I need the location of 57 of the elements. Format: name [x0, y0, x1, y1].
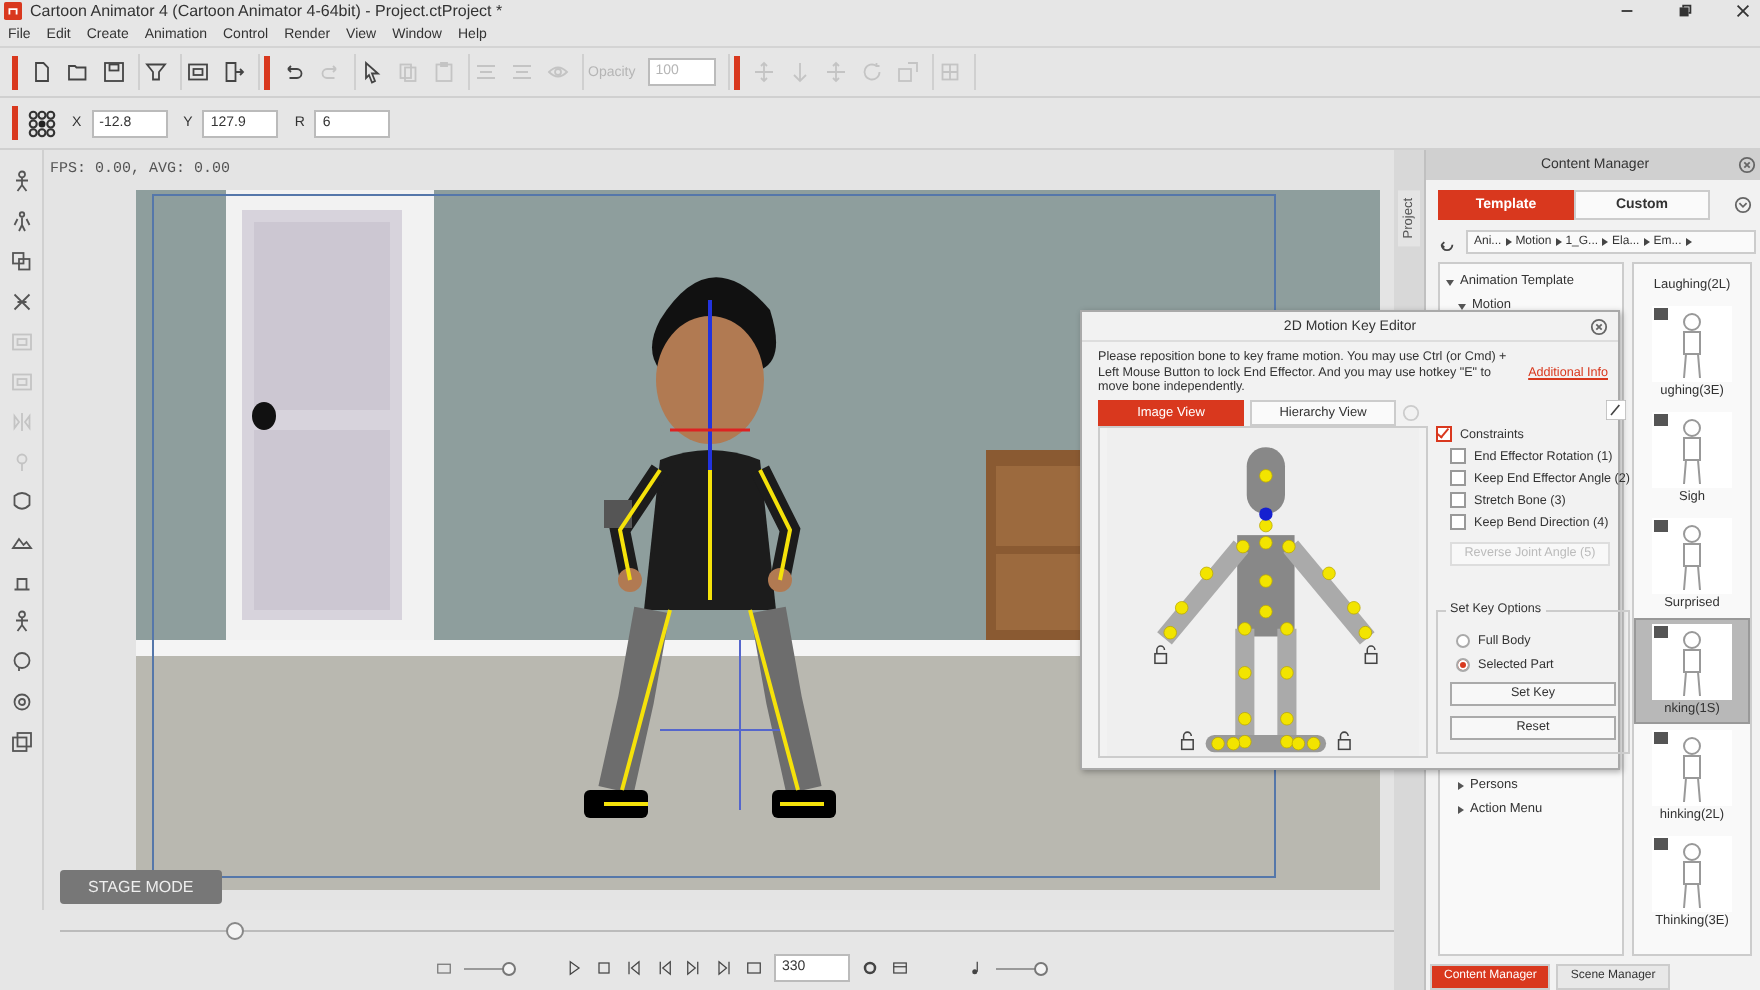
pointer-icon[interactable]: [360, 60, 384, 84]
loop-icon[interactable]: [744, 958, 764, 978]
undo-icon[interactable]: [282, 60, 306, 84]
app-logo-icon: [4, 2, 22, 20]
figure-thumbnail: [1652, 730, 1732, 806]
expander-icon[interactable]: [1458, 806, 1464, 814]
first-icon[interactable]: [624, 958, 644, 978]
timeline-slider-thumb[interactable]: [225, 921, 244, 939]
next-icon[interactable]: [684, 958, 704, 978]
export-icon[interactable]: [222, 60, 246, 84]
ring-icon[interactable]: [9, 690, 33, 714]
folder-icon[interactable]: [66, 60, 90, 84]
settings-icon[interactable]: [860, 958, 880, 978]
breadcrumb-arrow-icon: [1505, 238, 1512, 246]
film-icon[interactable]: [890, 958, 910, 978]
pen-icon[interactable]: [1605, 399, 1626, 419]
save-icon[interactable]: [102, 60, 126, 84]
breadcrumb-arrow-icon: [1602, 238, 1609, 246]
figure-thumbnail: [1652, 412, 1732, 488]
slider-thumb[interactable]: [1034, 961, 1048, 975]
checkbox-box[interactable]: [1450, 448, 1466, 464]
slider-thumb[interactable]: [502, 961, 516, 975]
window-title: Cartoon Animator 4 (Cartoon Animator 4-64bit) - Project.ctProject *: [30, 2, 503, 20]
stop-icon[interactable]: [594, 958, 614, 978]
last-icon[interactable]: [714, 958, 734, 978]
figure-thumbnail: [1652, 624, 1732, 700]
pivot-grid-icon[interactable]: [28, 109, 56, 137]
radio-button[interactable]: [1456, 633, 1470, 647]
play-icon[interactable]: [564, 958, 584, 978]
head-icon[interactable]: [9, 650, 33, 674]
prev-icon[interactable]: [654, 958, 674, 978]
layers-icon[interactable]: [9, 250, 33, 274]
new-file-icon[interactable]: [30, 60, 54, 84]
breadcrumb-arrow-icon: [1685, 238, 1692, 246]
close-icon[interactable]: [1590, 318, 1608, 336]
close-icon[interactable]: [1734, 2, 1752, 20]
figure-thumbnail: [1652, 518, 1732, 594]
bones-icon[interactable]: [9, 210, 33, 234]
expander-icon[interactable]: [1446, 279, 1454, 285]
checkbox-box[interactable]: [1436, 426, 1452, 442]
restore-icon[interactable]: [1676, 2, 1694, 20]
figure-thumbnail: [1652, 306, 1732, 382]
stack-icon[interactable]: [9, 730, 33, 754]
figure-thumbnail: [1652, 836, 1732, 912]
breadcrumb-arrow-icon: [1643, 238, 1650, 246]
collapse-icon[interactable]: [1734, 195, 1752, 213]
toolbar-accent-bar: [12, 106, 18, 140]
breadcrumb-arrow-icon: [1555, 238, 1562, 246]
radio-button[interactable]: [1456, 657, 1470, 671]
expander-icon[interactable]: [1458, 782, 1464, 790]
checkbox-box[interactable]: [1450, 470, 1466, 486]
frame-icon[interactable]: [186, 60, 210, 84]
checkbox-box[interactable]: [1450, 492, 1466, 508]
stage-mode-badge: STAGE MODE: [60, 870, 222, 904]
zoom-frame-icon: [434, 958, 454, 978]
funnel-icon[interactable]: [144, 60, 168, 84]
checkbox-box[interactable]: [1450, 514, 1466, 530]
